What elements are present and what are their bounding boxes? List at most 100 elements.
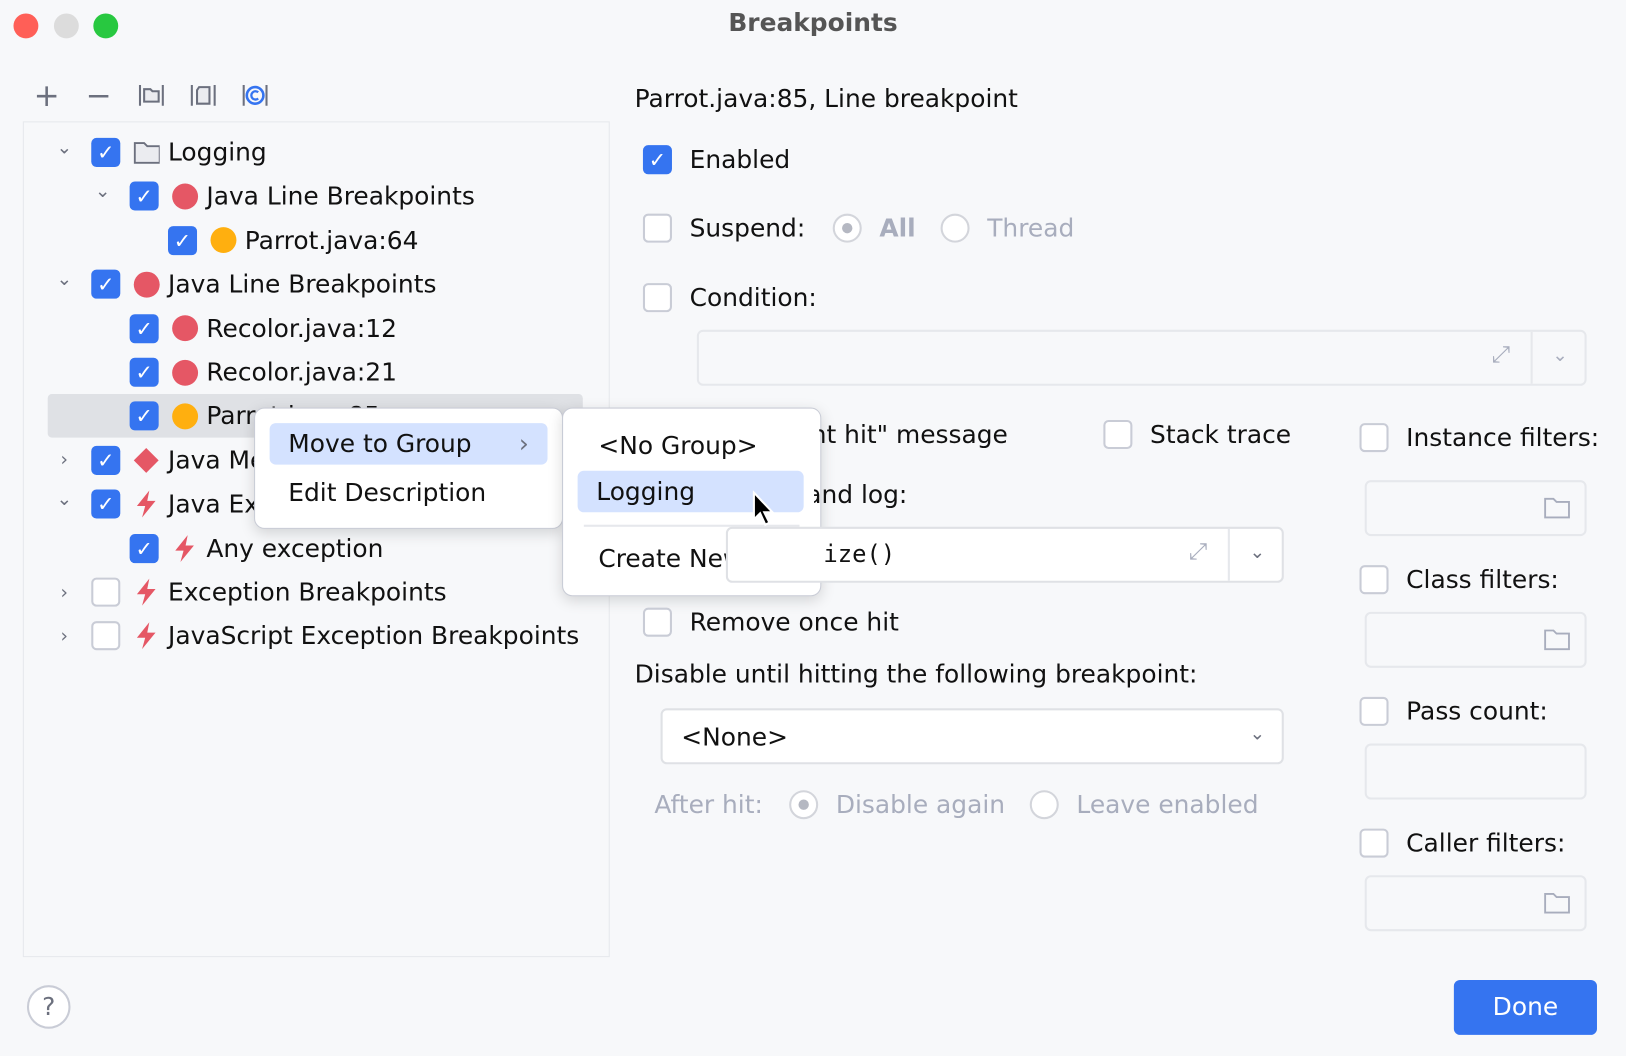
tree-checkbox[interactable]: ✓	[129, 401, 159, 431]
folder-group-icon[interactable]	[136, 81, 167, 112]
red-dot-icon	[171, 183, 198, 210]
tree-row-label: Exception Breakpoints	[167, 577, 447, 607]
folder-icon[interactable]	[1543, 496, 1572, 521]
tree-row-label: Recolor.java:21	[206, 357, 397, 387]
tree-checkbox[interactable]: ✓	[129, 533, 159, 563]
red-dot-icon	[171, 359, 198, 386]
context-menu: Move to Group › Edit Description	[254, 407, 564, 529]
tree-row-label: Recolor.java:12	[206, 313, 397, 343]
suspend-checkbox[interactable]	[642, 213, 672, 243]
red-dot-icon	[171, 315, 198, 342]
pass-count-input[interactable]	[1364, 743, 1587, 800]
tree-checkbox[interactable]: ✓	[129, 181, 159, 211]
chevron-down-icon[interactable]: ⌄	[92, 180, 113, 202]
minus-icon[interactable]: −	[83, 80, 114, 112]
evaluate-log-value: ize()	[823, 541, 896, 569]
suspend-label: Suspend:	[689, 213, 806, 243]
menu-item-edit-description[interactable]: Edit Description	[270, 472, 548, 513]
disable-until-value: <None>	[681, 722, 788, 752]
class-filters-label: Class filters:	[1406, 565, 1559, 595]
leave-enabled-radio[interactable]	[1029, 790, 1059, 820]
suspend-thread-label: Thread	[987, 213, 1075, 243]
tree-row[interactable]: ⌄ ✓ Java Line Breakpoints	[54, 264, 436, 305]
expand-icon[interactable]: ⤢	[1189, 539, 1207, 565]
tree-checkbox[interactable]: ✓	[91, 489, 121, 519]
class-filters-input[interactable]	[1364, 611, 1587, 668]
chevron-right-icon[interactable]: ›	[54, 625, 75, 647]
suspend-thread-radio[interactable]	[940, 213, 970, 243]
red-diamond-icon	[133, 447, 160, 474]
chevron-down-icon[interactable]: ⌄	[54, 488, 75, 510]
done-button[interactable]: Done	[1453, 979, 1597, 1035]
tree-row-label: Java Line Breakpoints	[206, 181, 475, 211]
remove-once-hit-checkbox[interactable]	[642, 607, 672, 637]
orange-dot-icon	[209, 227, 236, 254]
tree-row[interactable]: ⌄ ✓ Logging	[54, 132, 267, 173]
tree-row[interactable]: ⌄ ✓ Java Line Breakpoints	[92, 176, 475, 217]
menu-item-move-to-group[interactable]: Move to Group ›	[269, 423, 548, 465]
tree-row[interactable]: ✓ Recolor.java:12	[92, 308, 397, 349]
chevron-right-icon[interactable]: ›	[54, 581, 75, 603]
tree-row[interactable]: ✓ Recolor.java:21	[92, 352, 397, 393]
window-title: Breakpoints	[728, 8, 898, 38]
tree-checkbox[interactable]: ✓	[91, 445, 121, 475]
tree-row[interactable]: › Exception Breakpoints	[54, 571, 447, 612]
file-group-icon[interactable]	[188, 81, 219, 112]
menu-item-label: Move to Group	[288, 429, 472, 459]
caller-filters-checkbox[interactable]	[1359, 828, 1389, 858]
class-group-icon[interactable]	[240, 81, 271, 112]
tree-checkbox[interactable]: ✓	[91, 137, 121, 167]
stack-trace-checkbox[interactable]	[1103, 419, 1133, 450]
help-button[interactable]: ?	[26, 985, 71, 1029]
tree-checkbox[interactable]: ✓	[167, 225, 198, 255]
instance-filters-input[interactable]	[1364, 480, 1587, 537]
folder-icon[interactable]	[1543, 891, 1572, 916]
tree-checkbox[interactable]: ✓	[129, 313, 159, 343]
instance-filters-label: Instance filters:	[1406, 423, 1600, 453]
disable-again-label: Disable again	[835, 790, 1006, 820]
condition-checkbox[interactable]	[642, 283, 672, 313]
chevron-down-icon[interactable]: ⌄	[54, 136, 75, 158]
caller-filters-label: Caller filters:	[1406, 828, 1566, 858]
plus-icon[interactable]: +	[31, 80, 62, 112]
caller-filters-input[interactable]	[1364, 875, 1587, 932]
disable-again-radio[interactable]	[789, 790, 819, 820]
chevron-right-icon: ›	[518, 429, 529, 459]
evaluate-log-input[interactable]: ize() ⤢ ⌄	[725, 526, 1284, 583]
tree-checkbox[interactable]	[91, 577, 121, 607]
breakpoint-header: Parrot.java:85, Line breakpoint	[634, 83, 1018, 114]
tree-row-label: Any exception	[206, 533, 384, 563]
chevron-right-icon[interactable]: ›	[54, 449, 75, 471]
pass-count-label: Pass count:	[1406, 696, 1548, 726]
tree-checkbox[interactable]: ✓	[129, 357, 159, 387]
tree-row[interactable]: ✓ Parrot.java:64	[131, 220, 418, 261]
enabled-checkbox[interactable]: ✓	[642, 145, 672, 175]
red-dot-icon	[133, 271, 160, 298]
mouse-cursor-icon	[752, 490, 775, 527]
stack-trace-label: Stack trace	[1150, 419, 1292, 450]
pass-count-checkbox[interactable]	[1359, 696, 1389, 726]
expand-icon[interactable]: ⤢	[1492, 342, 1510, 368]
folder-icon[interactable]	[1543, 627, 1572, 652]
tree-row[interactable]: › JavaScript Exception Breakpoints	[54, 615, 579, 656]
tree-row[interactable]: ✓ Any exception	[92, 527, 383, 568]
disable-until-select[interactable]: <None> ⌄	[660, 708, 1284, 765]
lightning-icon	[133, 622, 160, 650]
condition-input[interactable]: ⤢ ⌄	[696, 329, 1587, 386]
chevron-down-icon[interactable]: ⌄	[1249, 541, 1265, 563]
tree-checkbox[interactable]	[91, 621, 121, 651]
chevron-down-icon[interactable]: ⌄	[54, 268, 75, 290]
suspend-all-radio[interactable]	[832, 213, 862, 243]
submenu-item-no-group[interactable]: <No Group>	[580, 425, 806, 466]
condition-label: Condition:	[689, 283, 817, 313]
chevron-down-icon[interactable]: ⌄	[1552, 344, 1568, 366]
suspend-all-label: All	[879, 213, 916, 243]
after-hit-label: After hit:	[654, 790, 763, 820]
lightning-icon	[133, 490, 160, 518]
class-filters-checkbox[interactable]	[1359, 565, 1389, 595]
tree-row-label: Logging	[167, 137, 267, 167]
tree-checkbox[interactable]: ✓	[91, 269, 121, 299]
chevron-down-icon: ⌄	[1249, 722, 1266, 745]
leave-enabled-label: Leave enabled	[1076, 790, 1259, 820]
instance-filters-checkbox[interactable]	[1359, 423, 1389, 453]
